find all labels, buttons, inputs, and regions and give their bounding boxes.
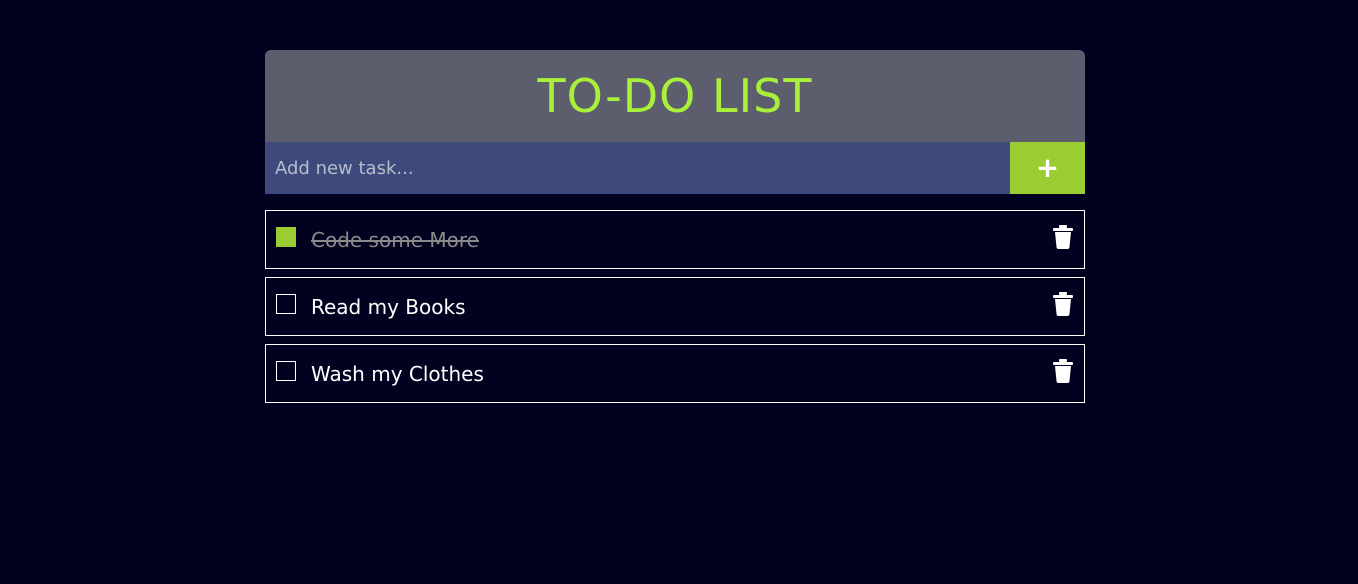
task-text: Code some More xyxy=(311,227,479,252)
task-item: Wash my Clothes xyxy=(265,344,1085,403)
add-task-form: + xyxy=(265,142,1085,194)
header: TO-DO LIST xyxy=(265,50,1085,142)
task-item: Code some More xyxy=(265,210,1085,269)
trash-icon[interactable] xyxy=(1052,358,1074,383)
task-text: Wash my Clothes xyxy=(311,361,484,386)
todo-app: TO-DO LIST + Code some More Read my Book… xyxy=(265,50,1085,411)
task-list: Code some More Read my Books Wash my Clo… xyxy=(265,210,1085,403)
task-checkbox[interactable] xyxy=(276,226,296,247)
trash-icon[interactable] xyxy=(1052,291,1074,316)
task-text: Read my Books xyxy=(311,294,466,319)
new-task-input[interactable] xyxy=(265,142,1010,194)
trash-icon[interactable] xyxy=(1052,224,1074,249)
task-checkbox[interactable] xyxy=(276,293,296,314)
add-task-button[interactable]: + xyxy=(1010,142,1085,194)
task-item: Read my Books xyxy=(265,277,1085,336)
page-title: TO-DO LIST xyxy=(537,69,813,123)
task-checkbox[interactable] xyxy=(276,360,296,381)
